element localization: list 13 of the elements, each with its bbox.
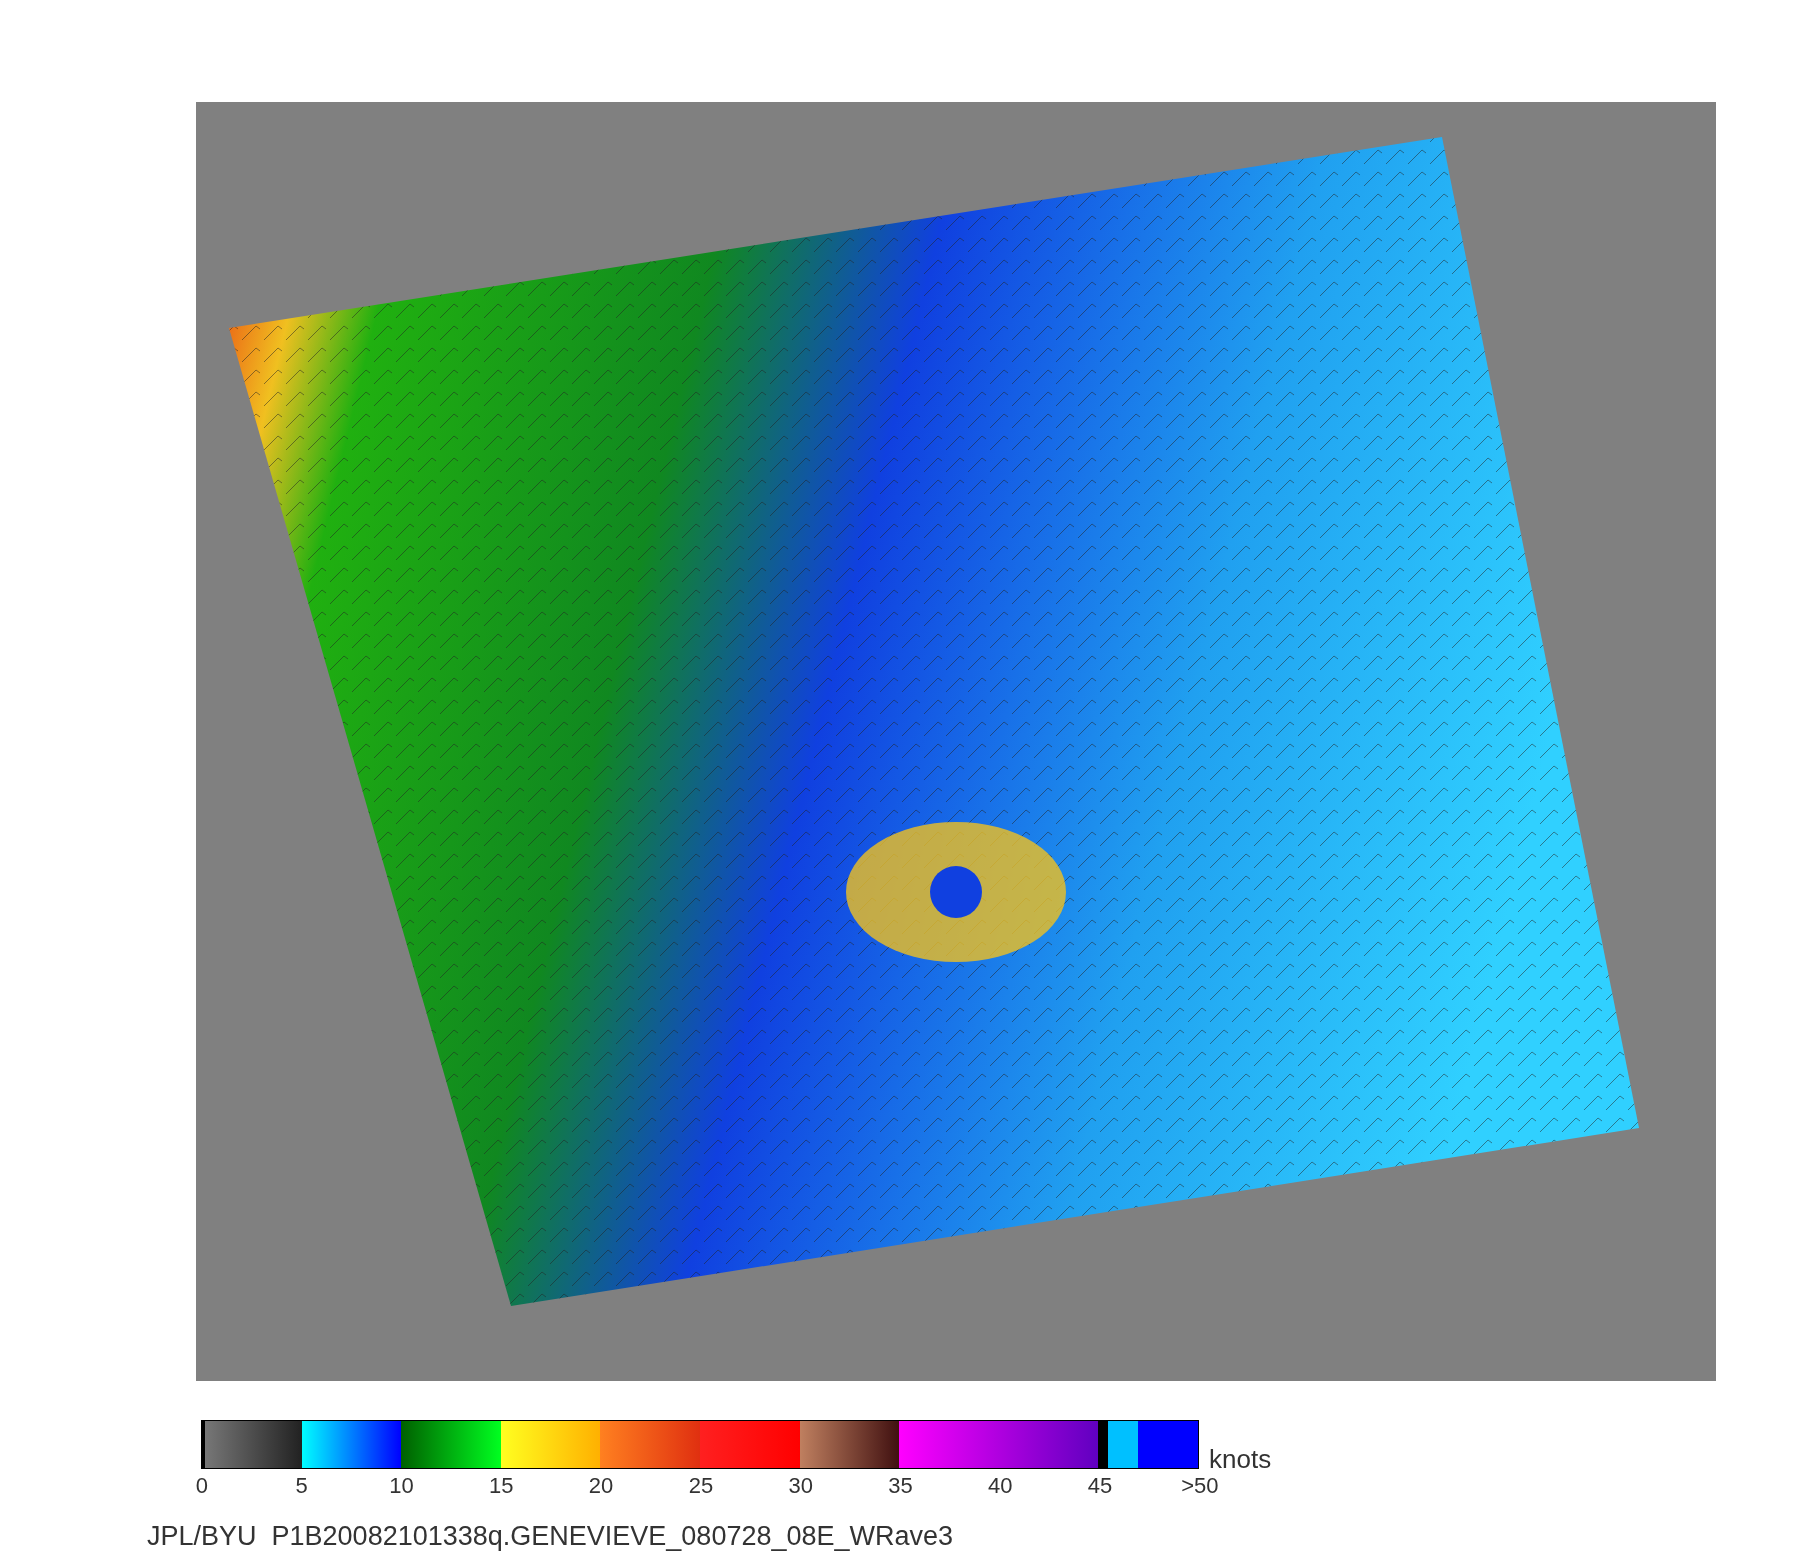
tick-label: 35 [887,1473,914,1499]
tick-label: >50 [1180,1473,1220,1499]
tick-label: 5 [294,1473,309,1499]
tick-label: 25 [687,1473,715,1499]
caption-text: JPL/BYU P1B20082101338q.GENEVIEVE_080728_08E_WRave3 [147,1521,954,1551]
tick-label: 45 [1086,1473,1114,1499]
tick-label: 30 [787,1473,814,1499]
tick-label: 0 [194,1473,209,1499]
tick-label: 20 [587,1473,615,1499]
tick-label: 10 [388,1473,415,1499]
tick-label: 15 [488,1473,515,1499]
unit-label: knots [1209,1444,1272,1475]
tick-label: 40 [987,1473,1014,1499]
